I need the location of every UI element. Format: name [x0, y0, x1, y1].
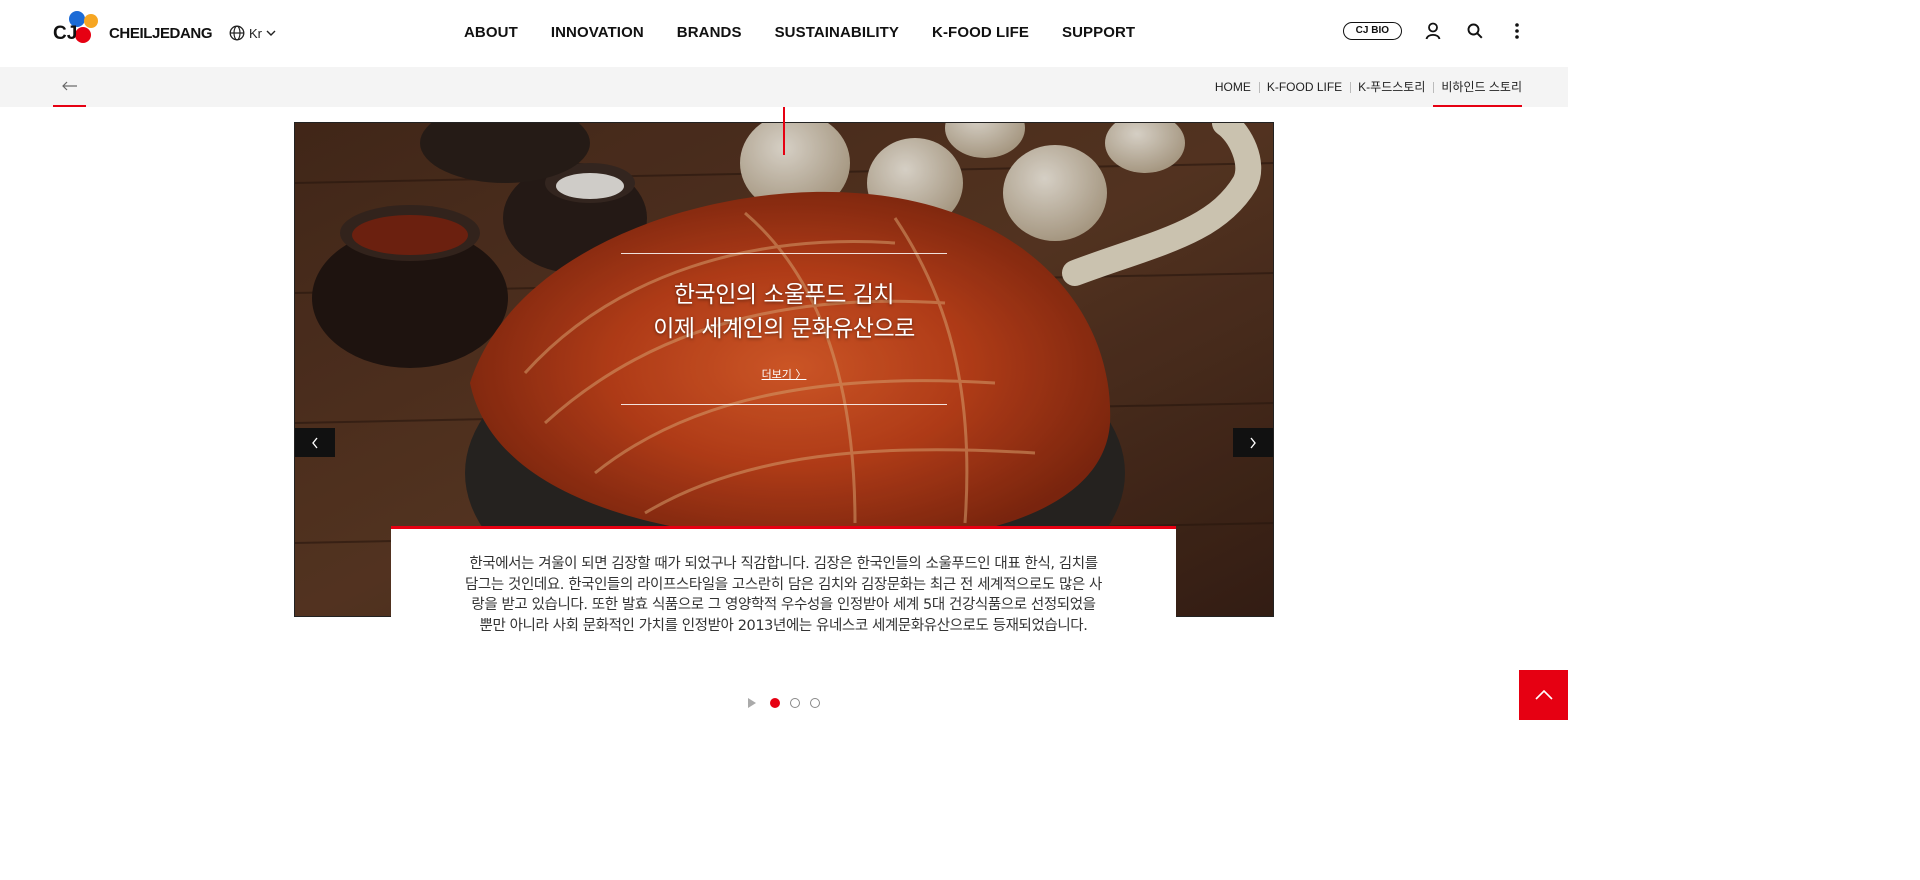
logo-cj-text: CJ	[53, 23, 78, 44]
language-selector[interactable]: Kr	[229, 24, 276, 42]
back-button[interactable]	[53, 67, 86, 107]
slider-prev-button[interactable]	[295, 428, 335, 457]
slide-title-line2: 이제 세계인의 문화유산으로	[653, 316, 915, 342]
slide-caption: 한국인의 소울푸드 김치 이제 세계인의 문화유산으로 더보기 〉	[621, 253, 947, 405]
nav-about[interactable]: ABOUT	[464, 24, 518, 41]
slide-title: 한국인의 소울푸드 김치 이제 세계인의 문화유산으로	[621, 278, 947, 346]
breadcrumb: HOME K-FOOD LIFE K-푸드스토리 비하인드 스토리	[1207, 67, 1522, 107]
chevron-up-icon	[1534, 690, 1553, 700]
search-icon	[1467, 23, 1483, 39]
chevron-right-icon	[1250, 437, 1256, 448]
main-navigation: ABOUT INNOVATION BRANDS SUSTAINABILITY K…	[464, 24, 1135, 41]
logo-brand-text: CHEILJEDANG	[109, 25, 213, 42]
slider-pagination	[748, 698, 820, 708]
scroll-to-top-button[interactable]	[1519, 670, 1568, 720]
site-header: CJ CHEILJEDANG Kr ABOUT INNOVATION BRAND…	[0, 0, 1568, 67]
caption-bottom-rule	[621, 404, 947, 405]
pagination-dot-3[interactable]	[810, 698, 820, 708]
nav-support[interactable]: SUPPORT	[1062, 24, 1135, 41]
chevron-down-icon	[266, 30, 276, 36]
nav-brands[interactable]: BRANDS	[677, 24, 742, 41]
breadcrumb-home[interactable]: HOME	[1207, 67, 1259, 107]
accent-vertical-line	[783, 107, 785, 155]
breadcrumb-k-food-story[interactable]: K-푸드스토리	[1350, 67, 1433, 107]
globe-icon	[229, 25, 245, 41]
breadcrumb-k-food-life[interactable]: K-FOOD LIFE	[1258, 67, 1350, 107]
slider-next-button[interactable]	[1233, 428, 1273, 457]
description-box: 한국에서는 겨울이 되면 김장할 때가 되었구나 직감합니다. 김장은 한국인들…	[391, 526, 1176, 666]
cj-cheiljedang-logo[interactable]: CJ CHEILJEDANG	[53, 9, 213, 57]
user-icon	[1425, 22, 1441, 40]
autoplay-play-icon[interactable]	[748, 698, 756, 708]
kebab-menu-icon	[1515, 23, 1519, 39]
breadcrumb-behind-story[interactable]: 비하인드 스토리	[1433, 67, 1522, 107]
user-button[interactable]	[1422, 20, 1444, 42]
location-bar: HOME K-FOOD LIFE K-푸드스토리 비하인드 스토리	[0, 67, 1568, 107]
nav-sustainability[interactable]: SUSTAINABILITY	[775, 24, 899, 41]
nav-innovation[interactable]: INNOVATION	[551, 24, 644, 41]
caption-top-rule	[621, 253, 947, 254]
more-menu-button[interactable]	[1506, 20, 1528, 42]
utility-menu: CJ BIO	[1342, 20, 1528, 42]
nav-k-food-life[interactable]: K-FOOD LIFE	[932, 24, 1029, 41]
chevron-left-icon	[312, 437, 318, 448]
more-link[interactable]: 더보기 〉	[762, 366, 807, 382]
pagination-dot-2[interactable]	[790, 698, 800, 708]
slide-description: 한국에서는 겨울이 되면 김장할 때가 되었구나 직감합니다. 김장은 한국인들…	[464, 556, 1102, 634]
language-label: Kr	[249, 25, 262, 41]
slide-title-line1: 한국인의 소울푸드 김치	[673, 282, 895, 308]
search-button[interactable]	[1464, 20, 1486, 42]
cj-bio-button[interactable]: CJ BIO	[1342, 22, 1402, 40]
arrow-left-icon	[61, 81, 77, 91]
pagination-dot-1[interactable]	[770, 698, 780, 708]
